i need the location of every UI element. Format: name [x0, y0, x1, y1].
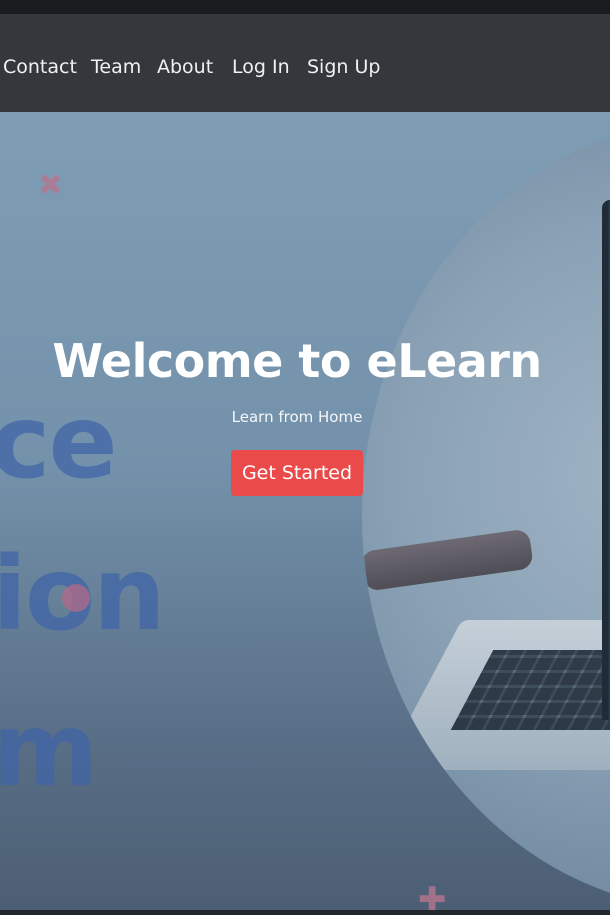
accent-dot [62, 584, 90, 612]
laptop-screen [602, 200, 610, 720]
navbar: Contact Team About Log In Sign Up [0, 14, 610, 112]
browser-top-strip [0, 0, 610, 14]
plus-decoration-icon: ✚ [418, 880, 447, 910]
get-started-button[interactable]: Get Started [231, 450, 363, 496]
cross-decoration-icon: ✖ [38, 168, 64, 203]
nav-link-login[interactable]: Log In [232, 56, 290, 78]
nav-link-signup[interactable]: Sign Up [307, 56, 380, 78]
nav-link-team[interactable]: Team [91, 56, 141, 78]
background-word: m [0, 691, 98, 810]
hero-section: ce ion m ✖ ✚ [0, 112, 610, 910]
bottom-strip [0, 910, 610, 915]
nav-link-about[interactable]: About [157, 56, 213, 78]
hero-laptop-image [362, 120, 610, 910]
hero-title: Welcome to eLearn [52, 334, 542, 388]
hero-subtitle: Learn from Home [231, 408, 363, 426]
nav-link-contact[interactable]: Contact [3, 56, 77, 78]
pen-shape [362, 528, 534, 592]
